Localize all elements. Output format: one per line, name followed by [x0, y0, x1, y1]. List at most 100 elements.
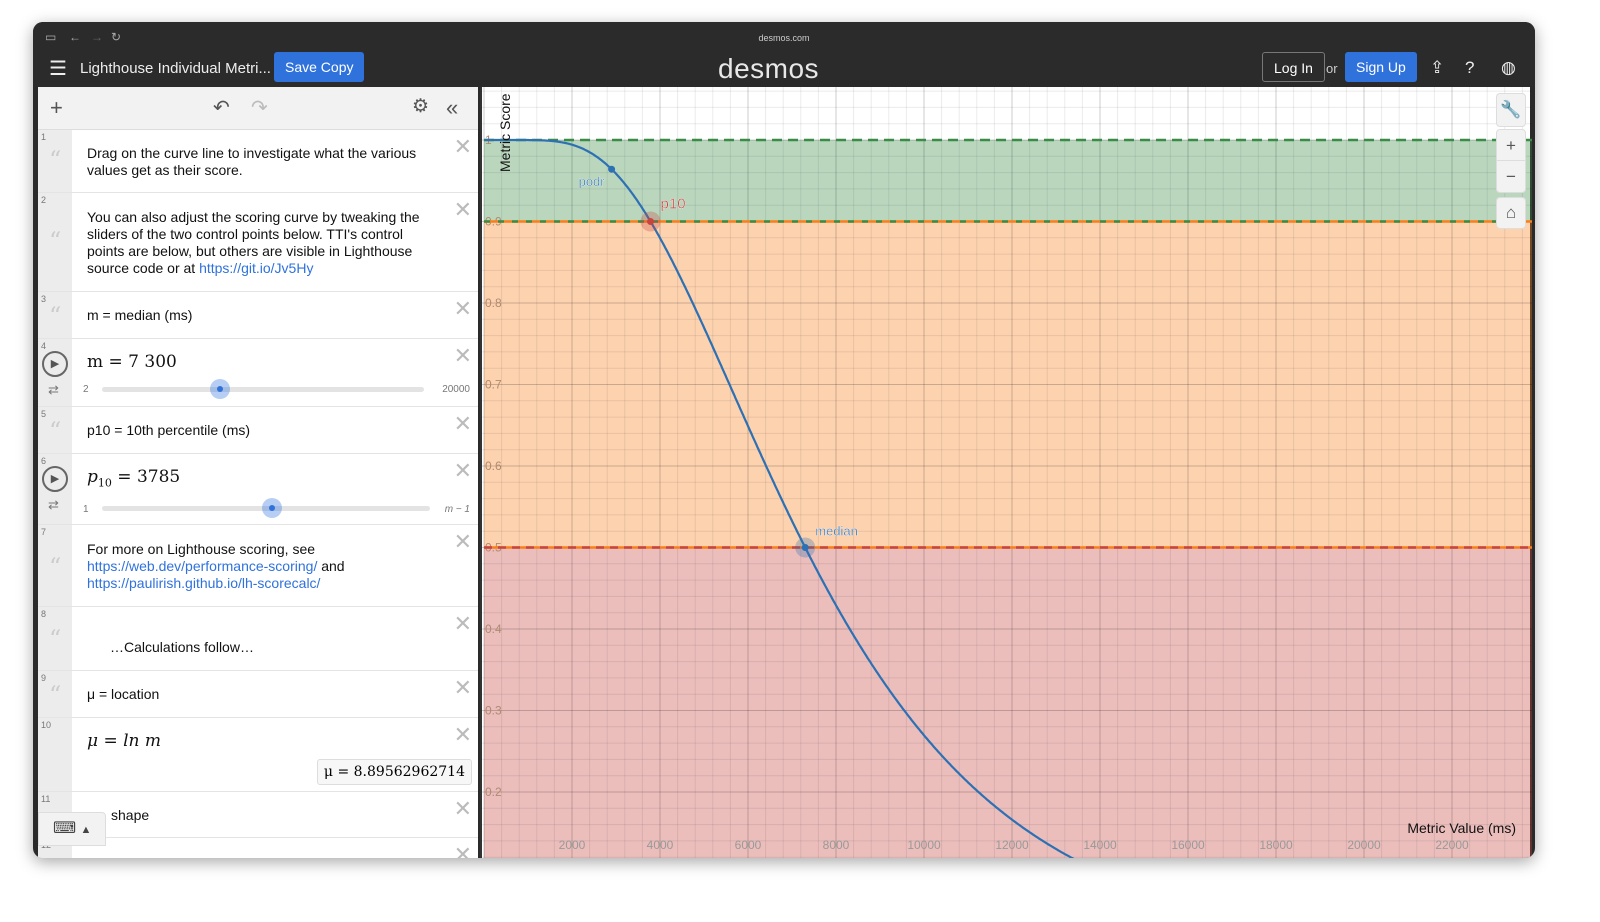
delete-icon[interactable]: ✕ — [454, 611, 472, 637]
expression-slider-m[interactable]: 4 ▶ ⇄ m = 7 300 2 20000 ✕ — [38, 339, 478, 407]
git-link[interactable]: https://git.io/Jv5Hy — [199, 260, 313, 276]
expression-mu[interactable]: 10 μ = ln m μ = 8.89562962714 ✕ — [38, 718, 478, 792]
delete-icon[interactable]: ✕ — [454, 722, 472, 748]
x-axis-label: Metric Value (ms) — [1407, 820, 1516, 836]
login-button[interactable]: Log In — [1262, 52, 1325, 82]
delete-icon[interactable]: ✕ — [454, 296, 472, 322]
note-quote-icon: “ — [49, 625, 62, 653]
share-icon[interactable]: ⇪ — [1430, 58, 1444, 78]
x-tick-label: 16000 — [1171, 838, 1205, 852]
slider-handle[interactable] — [209, 379, 230, 399]
note-text: shape — [111, 807, 150, 823]
delete-icon[interactable]: ✕ — [454, 458, 472, 484]
globe-icon[interactable]: ◍ — [1501, 58, 1516, 78]
y-tick-label: 0.3 — [485, 704, 502, 718]
slider-max[interactable]: m − 1 — [445, 504, 470, 515]
slider-min[interactable]: 1 — [83, 504, 89, 515]
expression-note-7[interactable]: 7 “ For more on Lighthouse scoring, see h… — [38, 525, 478, 607]
redo-icon[interactable]: ↷ — [251, 95, 268, 120]
note-quote-icon: “ — [49, 553, 62, 581]
expression-slider-p10[interactable]: 6 ▶ ⇄ p10 = 3785 1 m − 1 ✕ — [38, 454, 478, 525]
delete-icon[interactable]: ✕ — [454, 343, 472, 369]
delete-icon[interactable]: ✕ — [454, 842, 472, 858]
y-tick-label: 0.2 — [485, 785, 502, 799]
point-p10 — [647, 218, 655, 225]
loop-icon[interactable]: ⇄ — [48, 382, 59, 398]
graph-settings-wrench-icon[interactable]: 🔧 — [1496, 93, 1526, 127]
slider-min[interactable]: 2 — [83, 384, 89, 395]
score-band-2 — [484, 547, 1534, 858]
expression-note-1[interactable]: 1 “ Drag on the curve line to investigate… — [38, 130, 478, 193]
expression-note-5[interactable]: 5 “ p10 = 10th percentile (ms) ✕ — [38, 407, 478, 454]
slider-max[interactable]: 20000 — [442, 384, 470, 395]
expression-note-2[interactable]: 2 “ You can also adjust the scoring curve… — [38, 193, 478, 292]
delete-icon[interactable]: ✕ — [454, 675, 472, 701]
keyboard-icon: ⌨ — [53, 820, 77, 837]
desmos-logo: desmos — [718, 53, 820, 84]
y-tick-label: 0.6 — [485, 459, 502, 473]
zoom-controls: + − — [1496, 129, 1526, 193]
delete-icon[interactable]: ✕ — [454, 197, 472, 223]
x-tick-label: 10000 — [907, 838, 941, 852]
zoom-out-icon[interactable]: − — [1497, 161, 1525, 192]
slider-handle[interactable] — [262, 498, 283, 518]
note-quote-icon: “ — [49, 227, 62, 255]
settings-gear-icon[interactable]: ⚙ — [412, 95, 429, 118]
note-text: Drag on the curve line to investigate wh… — [87, 145, 417, 178]
expression-note-9[interactable]: 9 “ μ = location ✕ — [38, 671, 478, 718]
browser-window: ▭ ← → ↻ desmos.com ☰ Lighthouse Individu… — [33, 22, 1535, 858]
expression-list: + ↶ ↷ ⚙ « 1 “ Drag on the curve line to i… — [38, 87, 478, 858]
note-text: For more on Lighthouse scoring, see http… — [87, 541, 345, 591]
y-tick-label: 0.4 — [485, 622, 502, 636]
undo-icon[interactable]: ↶ — [213, 95, 230, 120]
x-tick-label: 8000 — [823, 838, 850, 852]
point-median — [801, 544, 809, 551]
collapse-panel-icon[interactable]: « — [446, 95, 458, 121]
note-text: μ = location — [87, 686, 160, 702]
note-quote-icon: “ — [49, 146, 62, 174]
save-copy-button[interactable]: Save Copy — [274, 52, 365, 82]
expression-note-3[interactable]: 3 “ m = median (ms) ✕ — [38, 292, 478, 339]
x-tick-label: 2000 — [559, 838, 586, 852]
math-expression[interactable]: m = 7 300 — [87, 352, 177, 372]
evaluation-result: μ = 8.89562962714 — [316, 759, 472, 785]
url-bar[interactable]: desmos.com — [33, 33, 1535, 43]
caret-up-icon: ▲ — [80, 824, 92, 836]
signup-button[interactable]: Sign Up — [1345, 52, 1417, 82]
slider-track[interactable] — [102, 498, 430, 518]
graph-svg[interactable]: 2000 4000 6000 8000 10000 12000 14000 16000 1800… — [482, 25, 1534, 858]
graph-paper[interactable]: 2000 4000 6000 8000 10000 12000 14000 16000 1800… — [480, 25, 1534, 858]
expression-note-8[interactable]: 8 “ …Calculations follow… ✕ — [38, 607, 478, 671]
delete-icon[interactable]: ✕ — [454, 134, 472, 160]
keyboard-toggle-button[interactable]: ⌨ ▲ — [38, 812, 106, 846]
score-band-0 — [484, 140, 1534, 222]
home-view-icon[interactable]: ⌂ — [1496, 197, 1526, 229]
note-text: …Calculations follow… — [110, 639, 254, 655]
slider-track[interactable] — [102, 379, 424, 399]
math-expression[interactable]: p10 = 3785 — [87, 467, 180, 489]
x-tick-label: 18000 — [1259, 838, 1293, 852]
y-axis-label: Metric Score — [497, 93, 513, 172]
menu-icon[interactable]: ☰ — [49, 56, 67, 81]
x-tick-label: 4000 — [647, 838, 674, 852]
or-label: or — [1326, 61, 1338, 76]
note-text: You can also adjust the scoring curve by… — [87, 209, 420, 276]
add-expression-icon[interactable]: + — [50, 95, 63, 121]
delete-icon[interactable]: ✕ — [454, 529, 472, 555]
web-dev-link[interactable]: https://web.dev/performance-scoring/ — [87, 558, 317, 574]
scorecalc-link[interactable]: https://paulirish.github.io/lh-scorecalc… — [87, 575, 320, 591]
point-label-podr: podr — [579, 174, 606, 189]
y-tick-label: 0.7 — [485, 378, 502, 392]
zoom-in-icon[interactable]: + — [1497, 130, 1525, 161]
play-icon[interactable]: ▶ — [42, 351, 68, 377]
delete-icon[interactable]: ✕ — [454, 796, 472, 822]
play-icon[interactable]: ▶ — [42, 466, 68, 492]
help-icon[interactable]: ? — [1465, 58, 1474, 78]
graph-title[interactable]: Lighthouse Individual Metri... — [80, 60, 271, 77]
delete-icon[interactable]: ✕ — [454, 411, 472, 437]
note-quote-icon: “ — [49, 417, 62, 445]
note-quote-icon: “ — [49, 302, 62, 330]
point-podr — [608, 165, 616, 173]
math-expression[interactable]: μ = ln m — [87, 731, 161, 751]
loop-icon[interactable]: ⇄ — [48, 497, 59, 513]
